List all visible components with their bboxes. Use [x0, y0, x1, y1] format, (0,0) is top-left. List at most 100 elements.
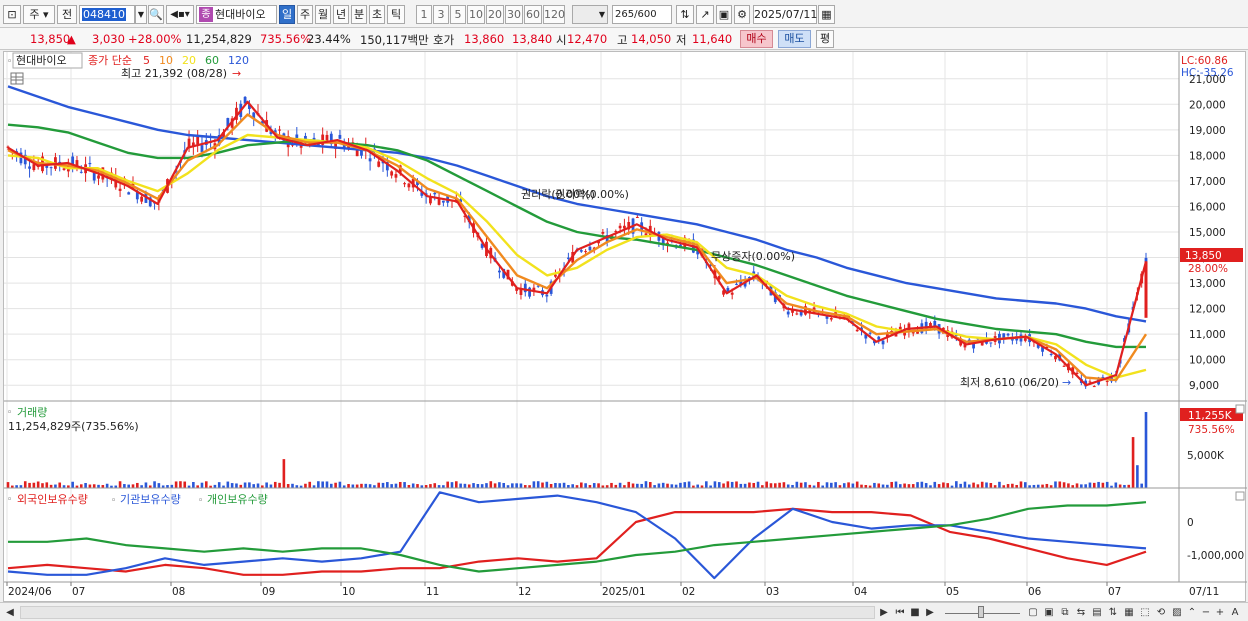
chart-area[interactable]: ◦ 현대바이오 종가 단순 5 10 20 60 120 최고 21,392 (08/2… — [3, 51, 1247, 603]
stock-code-input[interactable]: 048410 — [79, 5, 135, 24]
volume-bar — [467, 484, 471, 488]
period-button[interactable]: 년 — [333, 5, 349, 24]
draw-tool-icon[interactable]: ↗ — [696, 5, 714, 24]
market-select[interactable]: 주 ▾ — [23, 5, 55, 24]
bottom-scrollbar[interactable]: ◀ ▶ ⏮ ■ ▶ ▢ ▣ ⧉ ⇆ ▤ ⇅ ▦ ⬚ ⟲ ▨ ⌃ − + A — [0, 602, 1248, 621]
ma-legend-label: 60 — [205, 54, 219, 67]
search-icon[interactable]: 🔍 — [148, 5, 164, 24]
interval-button[interactable]: 5 — [450, 5, 466, 24]
play-icon[interactable]: ▶ — [924, 606, 936, 619]
interval-button[interactable]: 120 — [543, 5, 565, 24]
interval-button[interactable]: 60 — [524, 5, 542, 24]
view-icon[interactable]: ⇅ — [1106, 606, 1120, 619]
volume-bar — [769, 483, 773, 488]
volume-bar — [657, 483, 661, 488]
volume-bar — [536, 481, 540, 488]
interval-button[interactable]: 20 — [486, 5, 504, 24]
sell-button[interactable]: 매도 — [778, 30, 811, 48]
view-icon[interactable]: ⟲ — [1154, 606, 1168, 619]
volume-bar — [765, 481, 768, 488]
interval-button[interactable]: 1 — [416, 5, 432, 24]
buy-button[interactable]: 매수 — [740, 30, 773, 48]
foreign-holdings-line — [7, 507, 1147, 576]
view-icon[interactable]: ▢ — [1026, 606, 1040, 619]
interval-button[interactable]: 3 — [433, 5, 449, 24]
volume-bar — [476, 484, 480, 488]
candle-body — [118, 188, 122, 191]
volume-bar — [502, 482, 506, 488]
candle-body — [554, 274, 557, 277]
volume-bar — [666, 483, 669, 488]
rewind-icon[interactable]: ⏮ — [894, 606, 906, 619]
view-icon[interactable]: ⬚ — [1138, 606, 1152, 619]
code-dropdown-icon[interactable]: ▼ — [135, 5, 147, 24]
volume-bar — [1075, 483, 1079, 488]
scroll-track[interactable] — [20, 606, 875, 619]
stock-chart[interactable]: ◦ 현대바이오 종가 단순 5 10 20 60 120 최고 21,392 (08/2… — [4, 52, 1247, 603]
panel-close-icon[interactable] — [1235, 404, 1245, 414]
volume-bar — [1045, 483, 1049, 488]
period-button[interactable]: 초 — [369, 5, 385, 24]
eval-button[interactable]: 평 — [816, 30, 834, 48]
volume-bar — [179, 481, 182, 488]
period-button[interactable]: 일 — [279, 5, 295, 24]
bid-label: 호가 — [433, 33, 455, 47]
price-axis-label: 17,000 — [1189, 176, 1226, 188]
volume-bar — [321, 481, 324, 488]
event-label: 무상증자(0.00%) — [711, 250, 795, 263]
save-icon[interactable]: ▣ — [716, 5, 732, 24]
zoom-out-icon[interactable]: − — [1200, 606, 1212, 619]
gear-icon[interactable]: ⚙ — [734, 5, 750, 24]
candle-body — [1062, 365, 1066, 367]
candle-body — [730, 292, 734, 295]
candle-body — [1006, 333, 1010, 336]
interval-dropdown[interactable]: ▼ — [572, 5, 608, 24]
turnover-rate: 23.44% — [307, 32, 351, 46]
volume-bar — [6, 482, 10, 488]
scroll-right-icon[interactable]: ▶ — [878, 606, 890, 619]
volume-bar — [252, 484, 256, 488]
view-icon[interactable]: ▦ — [1122, 606, 1136, 619]
candle-body — [312, 137, 316, 140]
volume-bar — [627, 481, 631, 488]
zoom-in-icon[interactable]: + — [1214, 606, 1226, 619]
table-icon[interactable] — [10, 72, 24, 85]
font-size-icon[interactable]: A — [1228, 606, 1242, 619]
period-button[interactable]: 분 — [351, 5, 367, 24]
view-icon[interactable]: ▤ — [1090, 606, 1104, 619]
ma-10-line — [7, 113, 1148, 382]
stock-name-field[interactable]: 종 현대바이오 — [196, 5, 277, 24]
prev-button[interactable]: 전 — [57, 5, 77, 24]
view-icon[interactable]: ⇆ — [1074, 606, 1088, 619]
count-input[interactable]: 265/600 — [612, 5, 672, 24]
scroll-left-icon[interactable]: ◀ — [3, 606, 17, 619]
period-button[interactable]: 월 — [315, 5, 331, 24]
volume-bar — [200, 482, 204, 488]
view-icon[interactable]: ▨ — [1170, 606, 1184, 619]
chart-tool-icon[interactable]: ⇅ — [676, 5, 694, 24]
stock-type-badge: 종 — [199, 7, 213, 22]
window-icon[interactable]: ⊡ — [3, 5, 21, 24]
sound-icon[interactable]: ◀▪▾ — [166, 5, 194, 24]
stock-name: 현대바이오 — [215, 8, 266, 21]
interval-button[interactable]: 30 — [505, 5, 523, 24]
candle-body — [989, 342, 993, 344]
view-icon[interactable]: ▣ — [1042, 606, 1056, 619]
candle-body — [28, 166, 31, 169]
quote-bar: 13,850 ▲ 3,030 +28.00% 11,254,829 735.56… — [0, 28, 1248, 50]
volume-bar — [1062, 482, 1066, 488]
view-icon[interactable]: ⧉ — [1058, 606, 1072, 619]
volume-bar — [946, 483, 950, 488]
candle-body — [545, 294, 549, 297]
volume-title: 거래량 — [17, 406, 47, 419]
chevron-up-icon[interactable]: ⌃ — [1186, 606, 1198, 619]
interval-button[interactable]: 10 — [467, 5, 485, 24]
volume-bar — [1006, 484, 1010, 488]
period-button[interactable]: 주 — [297, 5, 313, 24]
zoom-slider-handle[interactable] — [978, 606, 984, 618]
calendar-icon[interactable]: ▦ — [818, 5, 835, 24]
period-button[interactable]: 틱 — [387, 5, 405, 24]
stop-icon[interactable]: ■ — [909, 606, 921, 619]
panel-close-icon[interactable] — [1235, 491, 1245, 501]
date-input[interactable]: 2025/07/11 — [753, 5, 817, 24]
